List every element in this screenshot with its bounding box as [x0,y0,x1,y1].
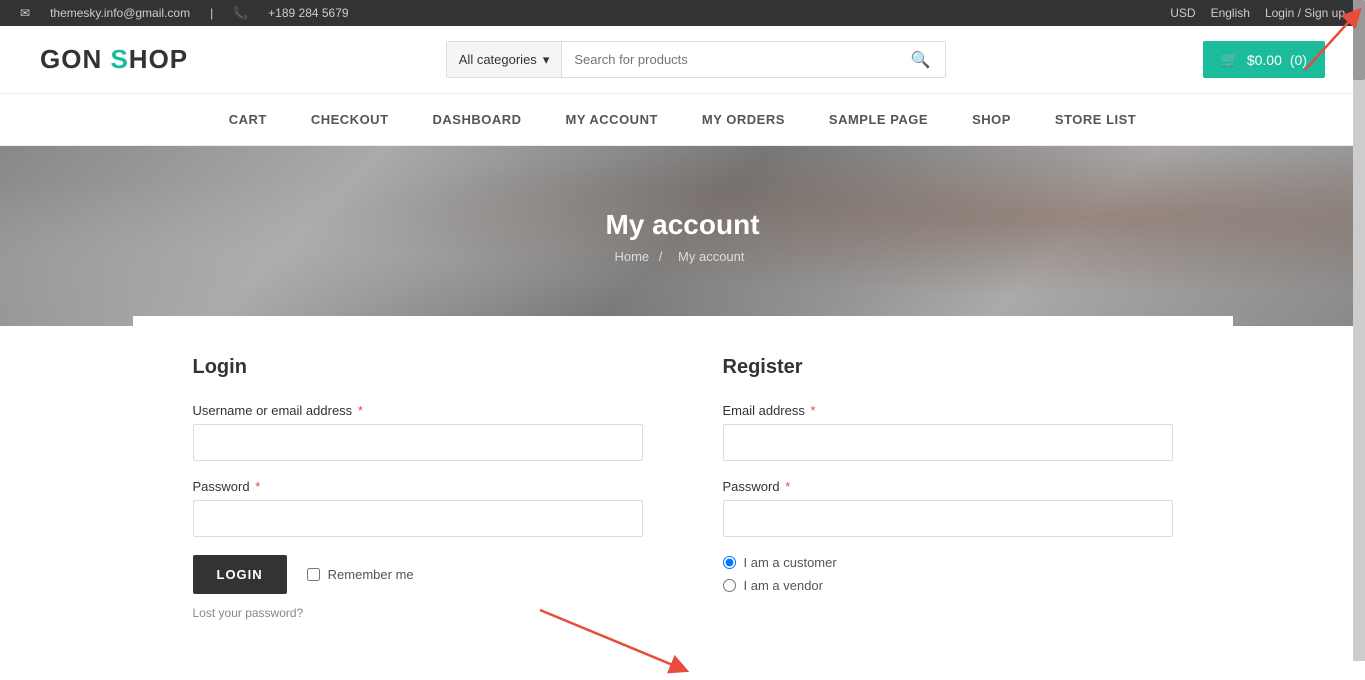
username-input[interactable] [193,424,643,461]
nav-store-list[interactable]: STORE LIST [1033,94,1158,145]
phone-separator: | [210,6,213,20]
hero-banner: My account Home / My account [0,146,1365,326]
currency-label[interactable]: USD [1170,6,1195,20]
search-icon: 🔍 [911,52,931,69]
login-signup-link[interactable]: Login / Sign up [1265,6,1345,20]
cart-amount: $0.00 [1247,52,1282,68]
site-header: GON SHOP All categories ▾ 🔍 🛒 $0.00 (0) [0,26,1365,94]
vendor-radio-label[interactable]: I am a vendor [723,578,1173,593]
chevron-down-icon: ▾ [543,52,550,68]
form-columns: Login Username or email address * Passwo… [193,356,1173,620]
cart-count: (0) [1290,52,1307,68]
scrollbar-thumb[interactable] [1353,0,1365,80]
password-label: Password * [193,479,643,494]
username-label: Username or email address * [193,403,643,418]
search-input[interactable] [562,42,897,77]
username-group: Username or email address * [193,403,643,461]
remember-me-checkbox[interactable] [307,568,320,581]
top-bar-contact: ✉ themesky.info@gmail.com | 📞 +189 284 5… [20,6,349,20]
breadcrumb-current: My account [678,249,744,264]
nav-my-orders[interactable]: MY ORDERS [680,94,807,145]
login-heading: Login [193,356,643,379]
reg-password-input[interactable] [723,500,1173,537]
login-row: LOGIN Remember me [193,555,643,594]
reg-email-input[interactable] [723,424,1173,461]
reg-password-required: * [785,479,790,494]
breadcrumb-home[interactable]: Home [614,249,649,264]
breadcrumb-separator: / [659,249,663,264]
reg-email-required: * [811,403,816,418]
login-button[interactable]: LOGIN [193,555,287,594]
password-input[interactable] [193,500,643,537]
top-bar: ✉ themesky.info@gmail.com | 📞 +189 284 5… [0,0,1365,26]
cart-icon: 🛒 [1221,51,1238,68]
logo-highlight: S [110,44,128,74]
nav-checkout[interactable]: CHECKOUT [289,94,411,145]
nav-sample-page[interactable]: SAMPLE PAGE [807,94,950,145]
email-icon: ✉ [20,6,30,20]
search-button[interactable]: 🔍 [897,42,945,77]
top-bar-right: USD English Login / Sign up [1170,6,1345,20]
nav-dashboard[interactable]: DASHBOARD [411,94,544,145]
scrollbar[interactable] [1353,0,1365,661]
customer-radio[interactable] [723,556,736,569]
vendor-radio[interactable] [723,579,736,592]
lost-password-link[interactable]: Lost your password? [193,606,643,620]
site-logo[interactable]: GON SHOP [40,44,188,75]
reg-password-group: Password * [723,479,1173,537]
hero-title: My account [605,209,759,241]
login-section: Login Username or email address * Passwo… [193,356,643,620]
username-required: * [358,403,363,418]
main-content: Login Username or email address * Passwo… [133,316,1233,680]
cart-button[interactable]: 🛒 $0.00 (0) [1203,41,1325,78]
category-dropdown[interactable]: All categories ▾ [447,42,563,77]
register-section: Register Email address * Password * I am [723,356,1173,620]
nav-my-account[interactable]: MY ACCOUNT [544,94,680,145]
customer-radio-label[interactable]: I am a customer [723,555,1173,570]
nav-cart[interactable]: CART [207,94,289,145]
register-heading: Register [723,356,1173,379]
password-required: * [255,479,260,494]
reg-password-label: Password * [723,479,1173,494]
nav-shop[interactable]: SHOP [950,94,1033,145]
breadcrumb: Home / My account [605,249,759,264]
password-group: Password * [193,479,643,537]
reg-email-label: Email address * [723,403,1173,418]
role-radio-group: I am a customer I am a vendor [723,555,1173,593]
contact-email: themesky.info@gmail.com [50,6,190,20]
main-nav: CART CHECKOUT DASHBOARD MY ACCOUNT MY OR… [0,94,1365,146]
language-label[interactable]: English [1211,6,1250,20]
remember-me-label[interactable]: Remember me [307,567,414,582]
reg-email-group: Email address * [723,403,1173,461]
contact-phone: +189 284 5679 [268,6,348,20]
phone-icon: 📞 [233,6,248,20]
hero-content: My account Home / My account [605,209,759,264]
search-bar: All categories ▾ 🔍 [446,41,946,78]
category-label: All categories [459,52,537,67]
